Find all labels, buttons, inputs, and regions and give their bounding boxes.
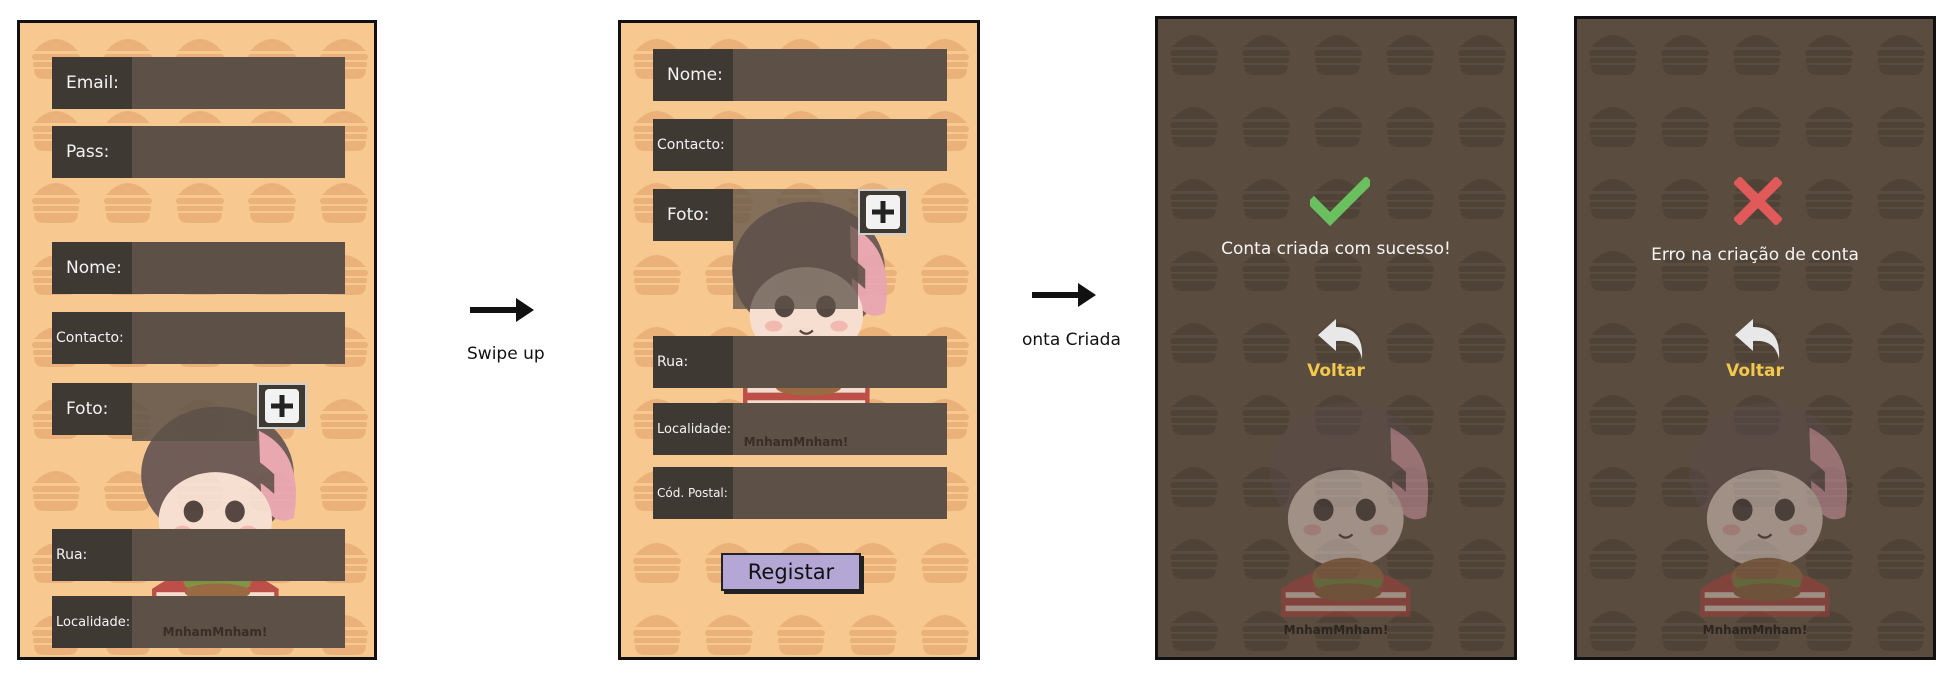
- back-button[interactable]: Voltar: [1577, 361, 1933, 381]
- contact-label: Contacto:: [653, 119, 733, 171]
- postal-code-field[interactable]: Cód. Postal:: [653, 467, 947, 519]
- mascot-image: [1268, 401, 1430, 618]
- street-field[interactable]: Rua:: [52, 529, 345, 581]
- error-screen: Erro na criação de conta Voltar MnhamMnh…: [1574, 16, 1936, 660]
- photo-field: Foto:: [52, 383, 132, 435]
- register-button[interactable]: Registar: [721, 553, 861, 591]
- email-field[interactable]: Email:: [52, 57, 345, 109]
- contact-input[interactable]: [733, 119, 947, 171]
- photo-preview: [733, 189, 858, 309]
- transition-label-swipe-up: Swipe up: [467, 344, 545, 364]
- email-label: Email:: [52, 57, 132, 109]
- back-button[interactable]: Voltar: [1158, 361, 1514, 381]
- contact-field[interactable]: Contacto:: [52, 312, 345, 364]
- email-input[interactable]: [132, 57, 345, 109]
- photo-label: Foto:: [653, 189, 733, 241]
- plus-icon: [866, 195, 900, 229]
- undo-arrow-icon[interactable]: [1731, 315, 1785, 363]
- name-label: Nome:: [52, 242, 132, 294]
- name-field[interactable]: Nome:: [52, 242, 345, 294]
- password-label: Pass:: [52, 126, 132, 178]
- success-screen: Conta criada com sucesso! Voltar MnhamMn…: [1155, 16, 1517, 660]
- name-input[interactable]: [733, 49, 947, 101]
- password-field[interactable]: Pass:: [52, 126, 345, 178]
- street-label: Rua:: [52, 529, 132, 581]
- photo-preview: [132, 383, 257, 441]
- photo-label: Foto:: [52, 383, 132, 435]
- mascot-caption: MnhamMnham!: [1702, 623, 1808, 637]
- transition-label-account-created: onta Criada: [1022, 330, 1121, 350]
- locality-label: Localidade:: [653, 403, 733, 455]
- street-field[interactable]: Rua:: [653, 336, 947, 388]
- password-input[interactable]: [132, 126, 345, 178]
- locality-input[interactable]: [132, 596, 345, 648]
- street-input[interactable]: [733, 336, 947, 388]
- cross-icon: [1734, 177, 1782, 225]
- locality-field[interactable]: Localidade:: [52, 596, 345, 648]
- contact-field[interactable]: Contacto:: [653, 119, 947, 171]
- mascot-caption: MnhamMnham!: [743, 435, 849, 449]
- street-input[interactable]: [132, 529, 345, 581]
- mascot-image: [1687, 401, 1849, 618]
- contact-input[interactable]: [132, 312, 345, 364]
- name-label: Nome:: [653, 49, 733, 101]
- plus-icon: [265, 389, 299, 423]
- error-message: Erro na criação de conta: [1651, 245, 1859, 265]
- photo-field: Foto:: [653, 189, 733, 241]
- success-message: Conta criada com sucesso!: [1221, 239, 1451, 259]
- postal-code-input[interactable]: [733, 467, 947, 519]
- name-field[interactable]: Nome:: [653, 49, 947, 101]
- check-icon: [1310, 177, 1370, 227]
- mascot-caption: MnhamMnham!: [1283, 623, 1389, 637]
- mascot-caption: MnhamMnham!: [162, 625, 268, 639]
- postal-code-label: Cód. Postal:: [653, 467, 733, 519]
- contact-label: Contacto:: [52, 312, 132, 364]
- arrow-right-icon: [1032, 283, 1096, 307]
- locality-label: Localidade:: [52, 596, 132, 648]
- login-screen: Email: Pass: Nome: Contacto: Foto: Rua: …: [17, 20, 377, 660]
- name-input[interactable]: [132, 242, 345, 294]
- add-photo-button[interactable]: [257, 383, 307, 429]
- undo-arrow-icon[interactable]: [1314, 315, 1368, 363]
- street-label: Rua:: [653, 336, 733, 388]
- add-photo-button[interactable]: [858, 189, 908, 235]
- arrow-right-icon: [470, 298, 534, 322]
- register-screen: Nome: Contacto: Foto: Rua: Localidade: C…: [618, 20, 980, 660]
